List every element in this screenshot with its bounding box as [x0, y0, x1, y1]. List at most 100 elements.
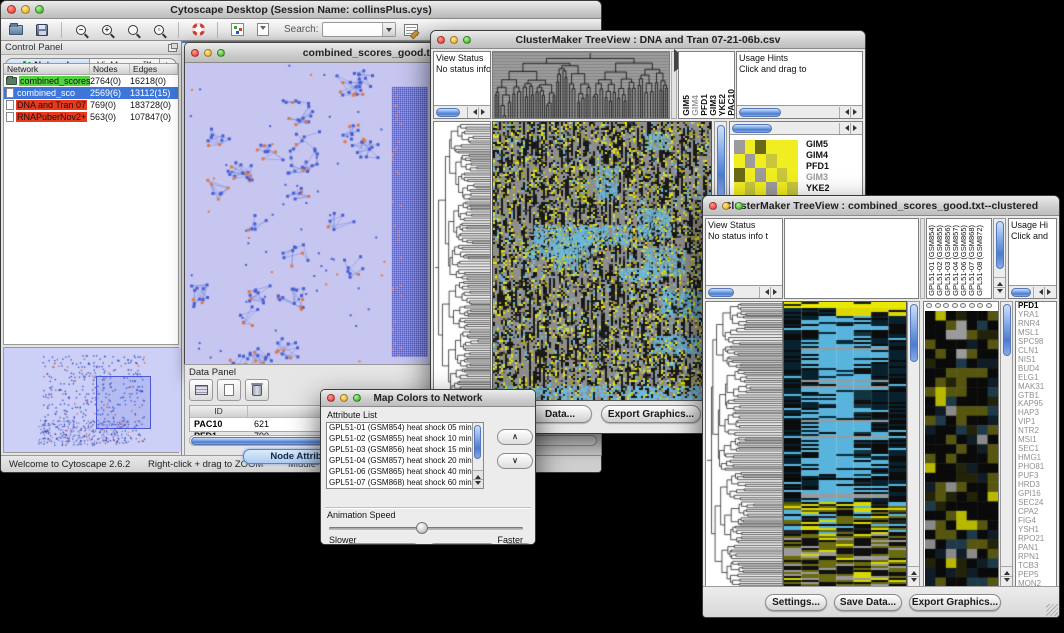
scroll-up-icon[interactable]: [1001, 566, 1012, 576]
view-status-hscrollbar[interactable]: [706, 285, 782, 298]
scroll-down-icon[interactable]: [994, 287, 1005, 297]
heatmap-canvas[interactable]: [783, 301, 907, 588]
save-data-button[interactable]: Data...: [528, 405, 592, 423]
network-row[interactable]: combined_sco 2569(6) 13112(15): [4, 87, 178, 99]
gene-label[interactable]: GIM4: [806, 150, 834, 161]
matrix-cell[interactable]: [766, 154, 777, 168]
matrix-cell[interactable]: [745, 182, 756, 196]
close-icon[interactable]: [327, 394, 335, 402]
scrollbar-thumb[interactable]: [1003, 304, 1011, 356]
column-dendrogram-canvas[interactable]: [492, 51, 670, 119]
export-graphics-button[interactable]: Export Graphics...: [909, 594, 1001, 611]
attribute-list[interactable]: GPL51-01 (GSM854) heat shock 05 minGPL51…: [326, 422, 484, 489]
move-down-button[interactable]: ∨: [497, 453, 533, 469]
gene-label[interactable]: PFD1: [806, 161, 834, 172]
network-row[interactable]: RNAPuberNov2+ 563(0) 107847(0): [4, 111, 178, 123]
array-column-label[interactable]: GPL51-08 (GSM872): [976, 225, 984, 296]
matrix-cell[interactable]: [755, 140, 766, 154]
matrix-cell[interactable]: [787, 182, 798, 196]
column-marker-icon[interactable]: [977, 303, 983, 308]
move-up-button[interactable]: ∧: [497, 429, 533, 445]
scroll-right-icon[interactable]: [850, 123, 861, 134]
attribute-editor-button[interactable]: [400, 21, 422, 39]
scroll-down-icon[interactable]: [1001, 576, 1012, 586]
scroll-right-icon[interactable]: [850, 107, 861, 118]
matrix-cell[interactable]: [745, 154, 756, 168]
search-dropdown-button[interactable]: [382, 23, 395, 36]
zoom-in-button[interactable]: +: [96, 21, 118, 39]
dendrogram-splitter[interactable]: [671, 51, 677, 119]
column-marker-icon[interactable]: [943, 303, 949, 308]
close-icon[interactable]: [709, 202, 717, 210]
attribute-list-vscrollbar[interactable]: [472, 423, 483, 488]
resize-grip[interactable]: [1046, 604, 1058, 616]
minimize-icon[interactable]: [450, 36, 458, 44]
export-graphics-button[interactable]: Export Graphics...: [601, 405, 701, 423]
usage-hints-hscrollbar[interactable]: [737, 105, 862, 118]
minimize-icon[interactable]: [204, 49, 212, 57]
matrix-cell[interactable]: [745, 140, 756, 154]
matrix-cell[interactable]: [777, 168, 788, 182]
save-data-button[interactable]: Save Data...: [834, 594, 902, 611]
matrix-cell[interactable]: [755, 182, 766, 196]
heatmap-vscrollbar[interactable]: [907, 301, 920, 588]
zoom-window-icon[interactable]: [217, 49, 225, 57]
scroll-left-icon[interactable]: [839, 123, 850, 134]
zoom-out-button[interactable]: −: [70, 21, 92, 39]
zoom-window-icon[interactable]: [353, 394, 361, 402]
row-dendrogram-canvas[interactable]: [433, 121, 491, 401]
close-icon[interactable]: [7, 5, 16, 14]
usage-hints-hscrollbar[interactable]: [1009, 285, 1056, 298]
matrix-cell[interactable]: [777, 182, 788, 196]
column-marker-icon[interactable]: [986, 303, 992, 308]
scroll-left-icon[interactable]: [1033, 287, 1044, 298]
minimize-icon[interactable]: [722, 202, 730, 210]
network-list-header[interactable]: Network Nodes Edges: [4, 64, 178, 75]
zoom-fit-button[interactable]: [122, 21, 144, 39]
treeview2-titlebar[interactable]: ClusterMaker TreeView : combined_scores_…: [703, 196, 1059, 216]
row-dendrogram-canvas[interactable]: [705, 301, 783, 588]
gene-label[interactable]: GIM3: [806, 172, 834, 183]
close-icon[interactable]: [191, 49, 199, 57]
network-overview-canvas[interactable]: [4, 348, 181, 452]
matrix-cell[interactable]: [734, 140, 745, 154]
open-button[interactable]: [5, 21, 27, 39]
attribute-item[interactable]: GPL51-07 (GSM868) heat shock 60 min: [329, 478, 483, 489]
scrollbar-thumb[interactable]: [436, 108, 460, 117]
matrix-cell[interactable]: [766, 140, 777, 154]
create-vizmap-button[interactable]: Create Vizmap: [427, 543, 497, 545]
column-marker-icon[interactable]: [935, 303, 941, 308]
done-button[interactable]: Done: [502, 543, 534, 545]
matrix-cell[interactable]: [745, 168, 756, 182]
matrix-cell[interactable]: [777, 140, 788, 154]
detail-hscrollbar[interactable]: [730, 122, 862, 135]
labels-vscrollbar[interactable]: [993, 218, 1006, 299]
scroll-up-icon[interactable]: [908, 566, 919, 576]
scrollbar-thumb[interactable]: [732, 124, 772, 133]
annotation-button[interactable]: [226, 21, 248, 39]
scroll-left-icon[interactable]: [467, 107, 478, 118]
scroll-left-icon[interactable]: [759, 287, 770, 298]
dendrogram-splitter[interactable]: [920, 218, 925, 299]
attribute-item[interactable]: GPL51-04 (GSM857) heat shock 20 min: [329, 456, 483, 467]
float-panel-icon[interactable]: [168, 44, 177, 52]
settings-button[interactable]: Settings...: [765, 594, 827, 611]
minimize-icon[interactable]: [21, 5, 30, 14]
help-button[interactable]: [187, 21, 209, 39]
column-dendrogram-area[interactable]: [784, 218, 919, 299]
scroll-left-icon[interactable]: [839, 107, 850, 118]
scrollbar-thumb[interactable]: [910, 304, 918, 362]
scrollbar-thumb[interactable]: [474, 425, 481, 459]
treeview1-titlebar[interactable]: ClusterMaker TreeView : DNA and Tran 07-…: [431, 31, 865, 49]
new-attribute-button[interactable]: [217, 379, 241, 401]
main-titlebar[interactable]: Cytoscape Desktop (Session Name: collins…: [1, 1, 601, 19]
zoom-window-icon[interactable]: [735, 202, 743, 210]
heatmap-canvas[interactable]: [492, 121, 712, 401]
view-status-hscrollbar[interactable]: [434, 105, 490, 118]
gene-list-vscrollbar[interactable]: [1000, 301, 1013, 588]
column-label[interactable]: PAC10: [727, 89, 736, 116]
matrix-cell[interactable]: [734, 168, 745, 182]
column-marker-icon[interactable]: [960, 303, 966, 308]
gene-label[interactable]: GIM5: [806, 139, 834, 150]
scroll-down-icon[interactable]: [908, 576, 919, 586]
